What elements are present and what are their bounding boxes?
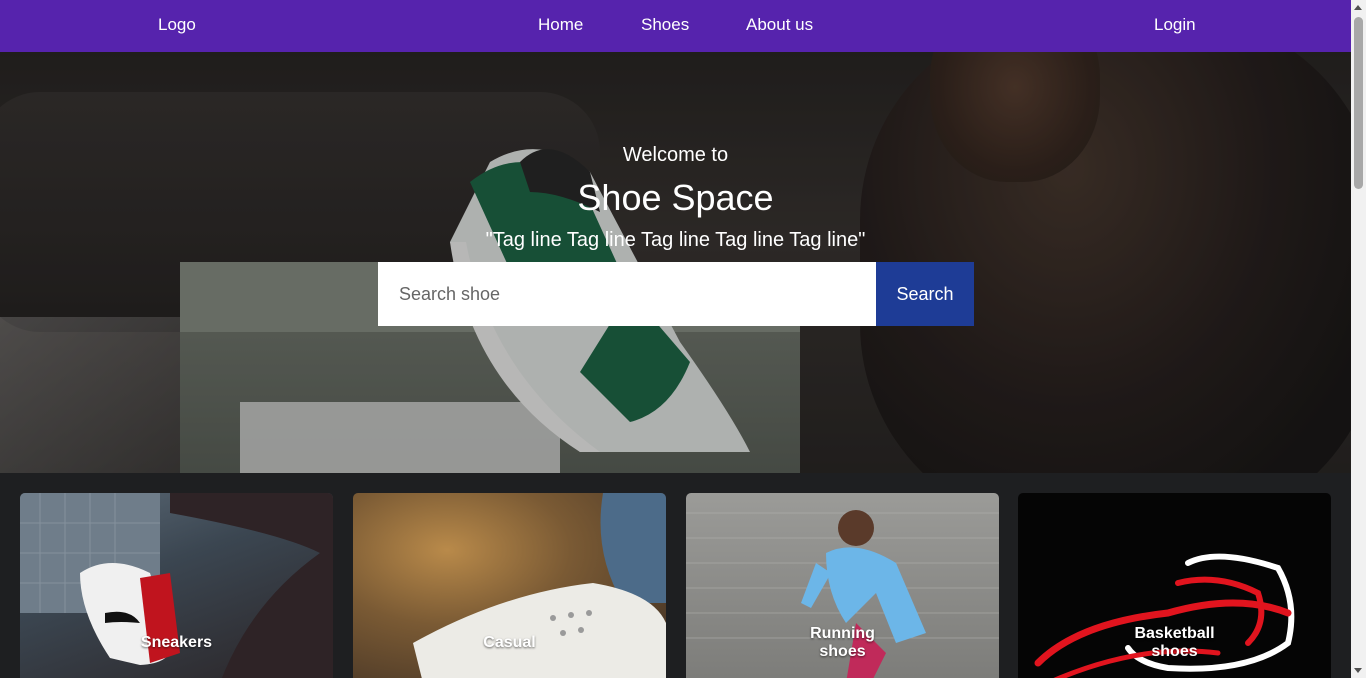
hero-title: Shoe Space [577,177,774,218]
search-button[interactable]: Search [876,262,974,326]
category-label-sneakers: Sneakers [140,634,213,651]
category-label-running-shoes: Running shoes [810,625,875,660]
category-card-running-shoes[interactable]: Running shoes [686,493,999,678]
category-label-casual: Casual [483,634,536,651]
logo[interactable]: Logo [158,15,196,35]
category-card-sneakers[interactable]: Sneakers [20,493,333,678]
scrollbar-thumb[interactable] [1354,17,1363,189]
nav-home-link[interactable]: Home [538,15,583,35]
hero-welcome-text: Welcome to [622,144,729,166]
nav-about-link[interactable]: About us [746,15,813,35]
category-card-basketball-shoes[interactable]: Basketball shoes [1018,493,1331,678]
top-navbar: Logo Home Shoes About us Login [0,0,1351,52]
page-scrollbar[interactable] [1351,0,1366,678]
search-input[interactable] [378,262,876,326]
hero-tagline: "Tag line Tag line Tag line Tag line Tag… [485,229,866,251]
nav-shoes-link[interactable]: Shoes [641,15,689,35]
login-link[interactable]: Login [1154,15,1196,35]
hero-banner: Welcome to Shoe Space "Tag line Tag line… [0,52,1351,473]
category-card-casual[interactable]: Casual [353,493,666,678]
scroll-down-arrow-icon[interactable] [1354,668,1362,673]
scroll-up-arrow-icon[interactable] [1354,5,1362,10]
category-label-basketball-shoes: Basketball shoes [1134,625,1215,660]
